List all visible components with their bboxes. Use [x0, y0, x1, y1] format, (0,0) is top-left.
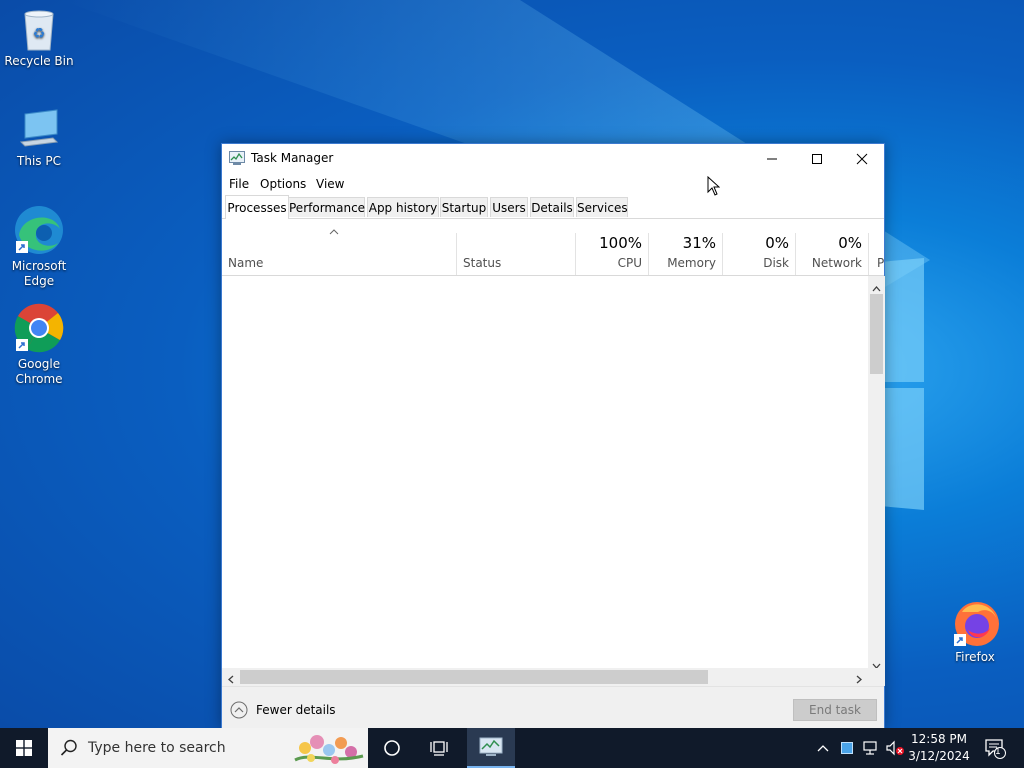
chevron-up-circle-icon	[230, 701, 248, 719]
mouse-cursor-icon	[707, 176, 720, 196]
action-center-button[interactable]: 1	[980, 728, 1010, 768]
menu-options[interactable]: Options	[260, 177, 306, 191]
title-bar[interactable]: Task Manager	[222, 144, 884, 173]
firefox-icon	[954, 602, 999, 646]
search-icon	[60, 739, 77, 756]
menu-file[interactable]: File	[229, 177, 249, 191]
edge-icon	[15, 206, 63, 254]
column-network[interactable]: 0% Network	[796, 219, 868, 275]
task-view-button[interactable]	[416, 728, 464, 768]
memory-percent: 31%	[682, 234, 716, 252]
search-placeholder: Type here to search	[88, 740, 226, 756]
desktop-icon-microsoft-edge[interactable]: Microsoft Edge	[1, 205, 77, 289]
column-status-label: Status	[463, 256, 502, 270]
column-cpu[interactable]: 100% CPU	[576, 219, 648, 275]
close-button[interactable]	[839, 144, 885, 173]
cortana-button[interactable]	[368, 728, 416, 768]
volume-button[interactable]	[884, 728, 906, 768]
tab-services[interactable]: Services	[576, 197, 628, 217]
tab-users[interactable]: Users	[490, 197, 528, 217]
chevron-up-icon	[817, 745, 829, 752]
cpu-percent: 100%	[599, 234, 642, 252]
taskbar-task-manager-button[interactable]	[467, 728, 515, 768]
tray-app-icon[interactable]	[836, 728, 858, 768]
taskbar-clock[interactable]: 12:58 PM 3/12/2024	[906, 731, 972, 765]
search-highlight-flowers-icon	[294, 735, 364, 764]
close-icon	[856, 153, 868, 164]
taskbar-search-box[interactable]: Type here to search	[48, 728, 368, 768]
desktop-icon-label: This PC	[17, 154, 61, 168]
process-list[interactable]	[222, 276, 868, 670]
horizontal-scrollbar[interactable]	[222, 668, 868, 686]
task-view-icon	[430, 741, 448, 756]
clock-time: 12:58 PM	[911, 732, 967, 746]
show-hidden-icons-button[interactable]	[812, 728, 834, 768]
volume-muted-icon	[886, 740, 904, 756]
tab-performance[interactable]: Performance	[288, 197, 365, 217]
desktop-icon-recycle-bin[interactable]: ♻ Recycle Bin	[1, 8, 77, 69]
tab-startup[interactable]: Startup	[440, 197, 488, 217]
disk-percent: 0%	[765, 234, 789, 252]
column-network-label: Network	[811, 256, 862, 270]
tray-blue-square-icon	[841, 742, 853, 754]
menu-view[interactable]: View	[316, 177, 344, 191]
desktop-icon-google-chrome[interactable]: Google Chrome	[1, 303, 77, 387]
notification-count-badge: 1	[995, 747, 1001, 757]
column-header-row: Name Status 100% CPU 31% Memory 0% Disk …	[222, 219, 884, 276]
desktop-icon-label: Microsoft Edge	[11, 259, 67, 288]
minimize-icon	[767, 158, 777, 159]
vertical-scroll-thumb[interactable]	[870, 294, 883, 374]
minimize-button[interactable]	[749, 144, 795, 173]
sort-ascending-icon	[329, 224, 339, 238]
maximize-icon	[812, 153, 822, 164]
vertical-scrollbar[interactable]	[868, 276, 885, 670]
svg-text:♻: ♻	[33, 26, 46, 42]
clock-date: 3/12/2024	[908, 749, 970, 763]
maximize-button[interactable]	[794, 144, 840, 173]
column-status[interactable]: Status	[457, 219, 575, 275]
recycle-bin-icon: ♻	[24, 10, 54, 51]
tab-processes[interactable]: Processes	[225, 195, 289, 219]
horizontal-scroll-thumb[interactable]	[240, 670, 708, 684]
column-power[interactable]: P	[869, 219, 884, 275]
column-cpu-label: CPU	[617, 256, 642, 270]
start-button[interactable]	[0, 728, 48, 768]
column-power-label: P	[877, 256, 885, 270]
task-manager-icon	[229, 151, 245, 168]
network-percent: 0%	[838, 234, 862, 252]
task-manager-window: Task Manager File Options View Processes…	[221, 143, 885, 729]
desktop-icon-firefox[interactable]: Firefox	[937, 600, 1013, 665]
task-manager-taskbar-icon	[479, 737, 503, 756]
scroll-up-arrow-icon[interactable]	[872, 281, 881, 295]
tab-details[interactable]: Details	[530, 197, 574, 217]
column-name[interactable]: Name	[222, 219, 456, 275]
cortana-circle-icon	[384, 740, 400, 756]
column-memory[interactable]: 31% Memory	[649, 219, 722, 275]
fewer-details-label: Fewer details	[256, 703, 336, 717]
network-button[interactable]	[859, 728, 883, 768]
network-wired-icon	[863, 741, 877, 755]
desktop-icon-label: Firefox	[955, 650, 995, 664]
menu-bar: File Options View	[222, 173, 884, 195]
desktop-icon-label: Recycle Bin	[4, 54, 74, 68]
desktop-icon-this-pc[interactable]: This PC	[1, 108, 77, 169]
column-name-label: Name	[228, 256, 264, 270]
scrollbar-corner	[868, 668, 885, 686]
fewer-details-button[interactable]: Fewer details	[230, 701, 336, 719]
chrome-icon	[14, 303, 64, 353]
column-disk-label: Disk	[763, 256, 789, 270]
window-title: Task Manager	[251, 151, 334, 165]
column-memory-label: Memory	[667, 256, 716, 270]
end-task-button[interactable]: End task	[793, 699, 877, 721]
column-disk[interactable]: 0% Disk	[723, 219, 795, 275]
tab-app-history[interactable]: App history	[367, 197, 439, 217]
desktop-icon-label: Google Chrome	[15, 357, 63, 386]
window-footer: Fewer details End task	[222, 686, 884, 729]
taskbar: Type here to search 12:58 PM 3/12/2024 1	[0, 728, 1024, 768]
computer-icon	[19, 109, 59, 147]
tab-strip: Processes Performance App history Startu…	[222, 195, 884, 219]
windows-logo-icon	[16, 740, 32, 756]
scroll-left-arrow-icon[interactable]	[228, 673, 234, 687]
scroll-right-arrow-icon[interactable]	[856, 673, 862, 687]
